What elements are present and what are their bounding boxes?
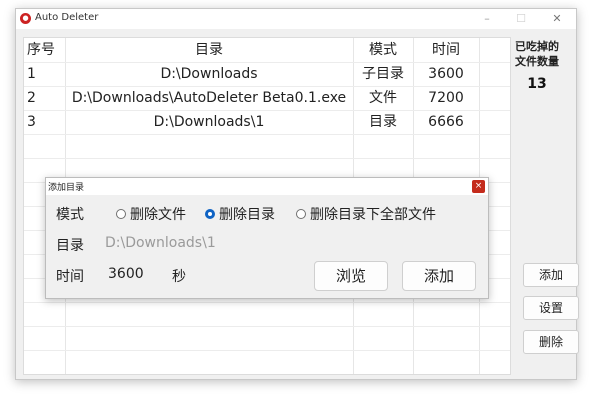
row-divider bbox=[24, 134, 510, 135]
row-index: 1 bbox=[27, 66, 36, 82]
row-time: 7200 bbox=[428, 90, 464, 106]
header-mode[interactable]: 模式 bbox=[353, 38, 413, 62]
radio-delete-all-files-in-directory[interactable]: 删除目录下全部文件 bbox=[296, 204, 436, 224]
radio-icon bbox=[116, 209, 126, 219]
row-divider bbox=[24, 302, 510, 303]
header-time[interactable]: 时间 bbox=[413, 38, 479, 62]
browse-button[interactable]: 浏览 bbox=[314, 261, 388, 291]
row-mode: 文件 bbox=[369, 90, 397, 106]
row-divider bbox=[24, 158, 510, 159]
row-directory: D:\Downloads\1 bbox=[153, 114, 265, 130]
directory-label: 目录 bbox=[56, 238, 84, 254]
app-icon: ● bbox=[20, 13, 31, 24]
close-button[interactable]: ✕ bbox=[542, 10, 572, 28]
title-bar: ● Auto Deleter – ☐ ✕ bbox=[16, 9, 576, 29]
time-field[interactable]: 3600 bbox=[108, 266, 144, 282]
mode-label: 模式 bbox=[56, 207, 84, 223]
add-button[interactable]: 添加 bbox=[523, 263, 579, 287]
maximize-button[interactable]: ☐ bbox=[506, 10, 536, 28]
row-mode: 子目录 bbox=[362, 66, 404, 82]
dialog-title: 添加目录 bbox=[48, 183, 85, 193]
time-unit-label: 秒 bbox=[172, 269, 186, 285]
dialog-add-button[interactable]: 添加 bbox=[402, 261, 476, 291]
radio-label: 删除目录下全部文件 bbox=[310, 207, 436, 223]
row-mode: 目录 bbox=[369, 114, 397, 130]
row-index: 3 bbox=[27, 114, 36, 130]
row-directory: D:\Downloads\AutoDeleter Beta0.1.exe bbox=[71, 90, 347, 106]
dialog-close-button[interactable]: × bbox=[472, 180, 485, 193]
minimize-button[interactable]: – bbox=[472, 10, 502, 28]
directory-field[interactable]: D:\Downloads\1 bbox=[105, 235, 216, 251]
radio-label: 删除文件 bbox=[130, 207, 186, 223]
deleted-count-value: 13 bbox=[527, 76, 547, 92]
radio-label: 删除目录 bbox=[219, 207, 275, 223]
row-index: 2 bbox=[27, 90, 36, 106]
row-time: 3600 bbox=[428, 66, 464, 82]
row-directory: D:\Downloads bbox=[160, 66, 258, 82]
window-title: Auto Deleter bbox=[35, 12, 99, 23]
row-time: 6666 bbox=[428, 114, 464, 130]
radio-delete-file[interactable]: 删除文件 bbox=[116, 204, 186, 224]
row-divider bbox=[24, 350, 510, 351]
header-directory[interactable]: 目录 bbox=[65, 38, 353, 62]
header-index[interactable]: 序号 bbox=[27, 38, 55, 62]
dialog-title-bar: 添加目录 × bbox=[46, 178, 488, 195]
row-divider bbox=[24, 326, 510, 327]
radio-selected-icon bbox=[205, 209, 215, 219]
radio-icon bbox=[296, 209, 306, 219]
time-label: 时间 bbox=[56, 269, 84, 285]
deleted-count-label: 已吃掉的文件数量 bbox=[515, 40, 559, 68]
settings-button[interactable]: 设置 bbox=[523, 296, 579, 320]
delete-button[interactable]: 删除 bbox=[523, 330, 579, 354]
add-directory-dialog: 添加目录 × 模式 删除文件 删除目录 删除目录下全部文件 目录 D:\Down… bbox=[45, 177, 489, 299]
radio-delete-directory[interactable]: 删除目录 bbox=[205, 204, 275, 224]
